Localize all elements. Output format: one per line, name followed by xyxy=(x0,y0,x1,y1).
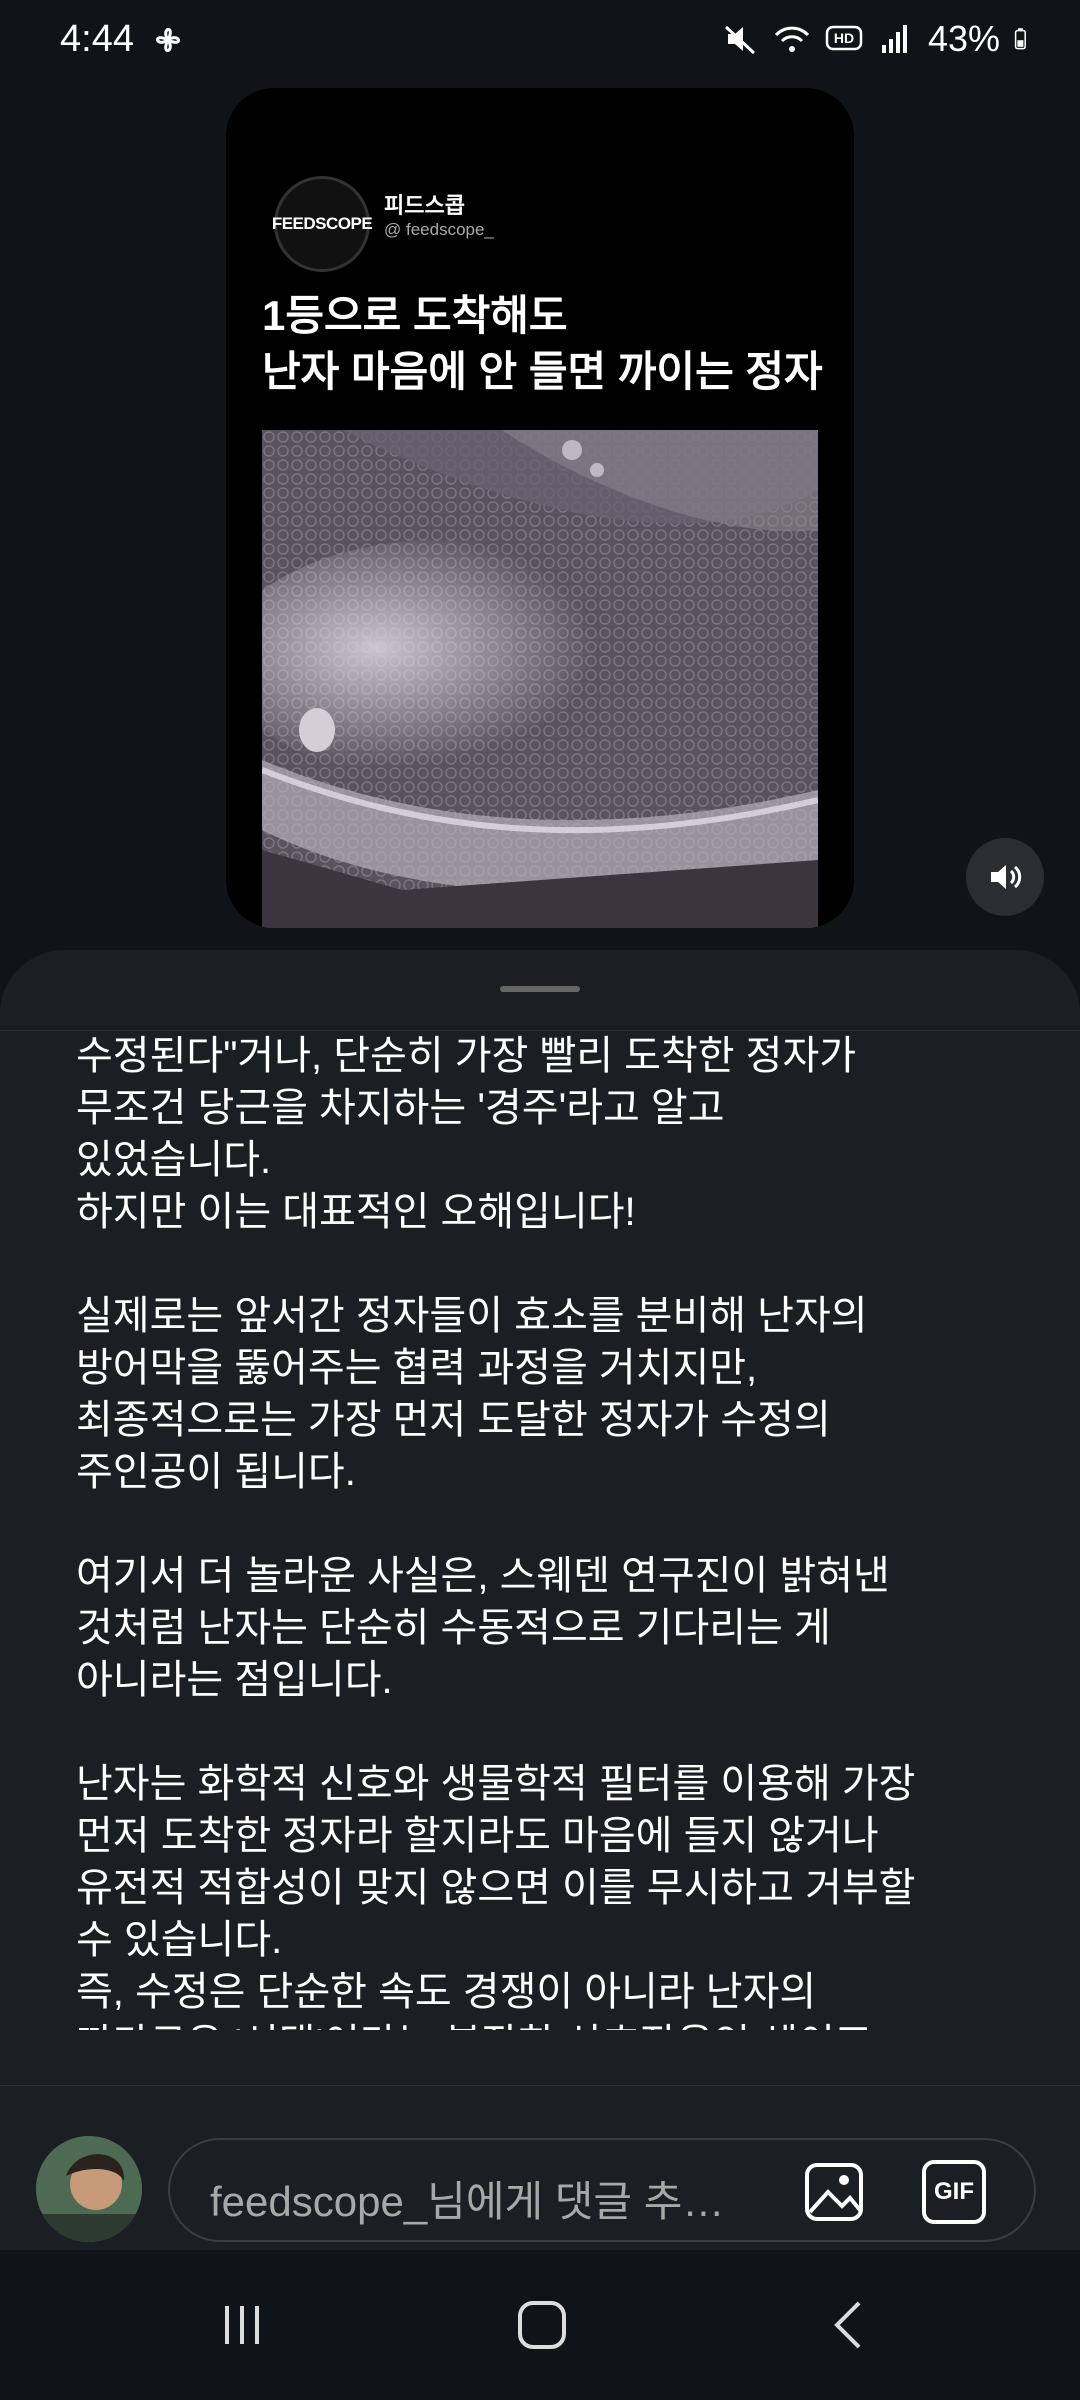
image-icon[interactable] xyxy=(802,2160,866,2224)
home-button[interactable] xyxy=(502,2290,582,2360)
volume-button[interactable] xyxy=(966,838,1044,916)
recents-button[interactable] xyxy=(202,2290,282,2360)
comment-line: 있었습니다. xyxy=(76,1138,272,1182)
sperm-microscope-image xyxy=(262,430,818,928)
comment-line: 수 있습니다. xyxy=(76,1918,283,1962)
comment-line: 수정된다"거나, 단순히 가장 빨리 도착한 정자가 xyxy=(76,1034,857,1078)
comment-input-bar: feedscope_님에게 댓글 추가... GIF xyxy=(0,2085,1080,2251)
signal-icon xyxy=(881,25,907,53)
mute-icon xyxy=(724,25,755,55)
hd-label: HD xyxy=(834,30,854,46)
comment-line: 무조건 당근을 차지하는 '경주'라고 알고 xyxy=(76,1086,725,1130)
comment-line: 까다로운 '선택'이라는 복잡한 상호작용인 셈이죠. xyxy=(76,2018,1036,2030)
status-time: 4:44 xyxy=(60,18,134,60)
home-icon xyxy=(518,2301,566,2349)
comment-body: 수정된다"거나, 단순히 가장 빨리 도착한 정자가무조건 당근을 차지하는 '… xyxy=(76,1030,1036,2030)
comment-line: 최종적으로는 가장 먼저 도달한 정자가 수정의 xyxy=(76,1398,831,1442)
reel-account-avatar: FEEDSCOPE xyxy=(271,176,373,272)
comment-line: 난자는 화학적 신호와 생물학적 필터를 이용해 가장 xyxy=(76,1762,916,1806)
avatar[interactable] xyxy=(36,2136,142,2242)
comment-line: 실제로는 앞서간 정자들이 효소를 분비해 난자의 xyxy=(76,1294,868,1338)
battery-percent: 43% xyxy=(927,18,1000,59)
comment-line: 것처럼 난자는 단순히 수동적으로 기다리는 게 xyxy=(76,1606,831,1650)
pinwheel-icon xyxy=(156,28,180,52)
avatar-logo: FEEDSCOPE xyxy=(271,214,373,233)
profile-photo xyxy=(36,2136,142,2242)
reel-title-line: 1등으로 도착해도 xyxy=(262,292,568,339)
volume-icon xyxy=(991,865,1022,889)
recents-icon xyxy=(225,2306,259,2344)
gif-button[interactable]: GIF xyxy=(922,2160,986,2224)
comment-placeholder: feedscope_님에게 댓글 추가... xyxy=(210,2178,750,2225)
wifi-icon xyxy=(774,26,810,52)
back-icon xyxy=(834,2301,861,2349)
reel-account-name: 피드스콥 xyxy=(384,193,465,218)
status-bar: 4:44 HD 43% xyxy=(0,0,1080,80)
comment-line: 먼저 도착한 정자라 할지라도 마음에 들지 않거나 xyxy=(76,1814,879,1858)
reel-title: 1등으로 도착해도 난자 마음에 안 들면 까이는 정자 xyxy=(262,288,832,400)
reel-title-line: 난자 마음에 안 들면 까이는 정자 xyxy=(262,348,823,395)
comment-line: 아니라는 점입니다. xyxy=(76,1658,393,1702)
reel-account-handle: @ feedscope_ xyxy=(384,220,494,239)
comment-line: 여기서 더 놀라운 사실은, 스웨덴 연구진이 밝혀낸 xyxy=(76,1554,890,1598)
comment-line: 즉, 수정은 단순한 속도 경쟁이 아니라 난자의 xyxy=(76,1970,817,2014)
back-button[interactable] xyxy=(810,2290,890,2360)
comment-line: 하지만 이는 대표적인 오해입니다! xyxy=(76,1190,636,1234)
reel-video-frame[interactable] xyxy=(262,430,818,928)
reel-preview[interactable]: FEEDSCOPE 피드스콥 @ feedscope_ 1등으로 도착해도 난자… xyxy=(226,88,854,928)
status-icons: HD 43% xyxy=(720,18,1036,60)
battery-icon xyxy=(1014,28,1026,50)
comment-line: 유전적 적합성이 맞지 않으면 이를 무시하고 거부할 xyxy=(76,1866,916,1910)
system-navigation-bar xyxy=(0,2250,1080,2400)
comments-sheet: 수정된다"거나, 단순히 가장 빨리 도착한 정자가무조건 당근을 차지하는 '… xyxy=(0,950,1080,2250)
sheet-drag-handle[interactable] xyxy=(500,986,580,992)
comment-line: 방어막을 뚫어주는 협력 과정을 거치지만, xyxy=(76,1346,758,1390)
hd-icon: HD xyxy=(825,25,863,51)
comment-input[interactable]: feedscope_님에게 댓글 추가... GIF xyxy=(168,2138,1036,2242)
comment-line: 주인공이 됩니다. xyxy=(76,1450,356,1494)
